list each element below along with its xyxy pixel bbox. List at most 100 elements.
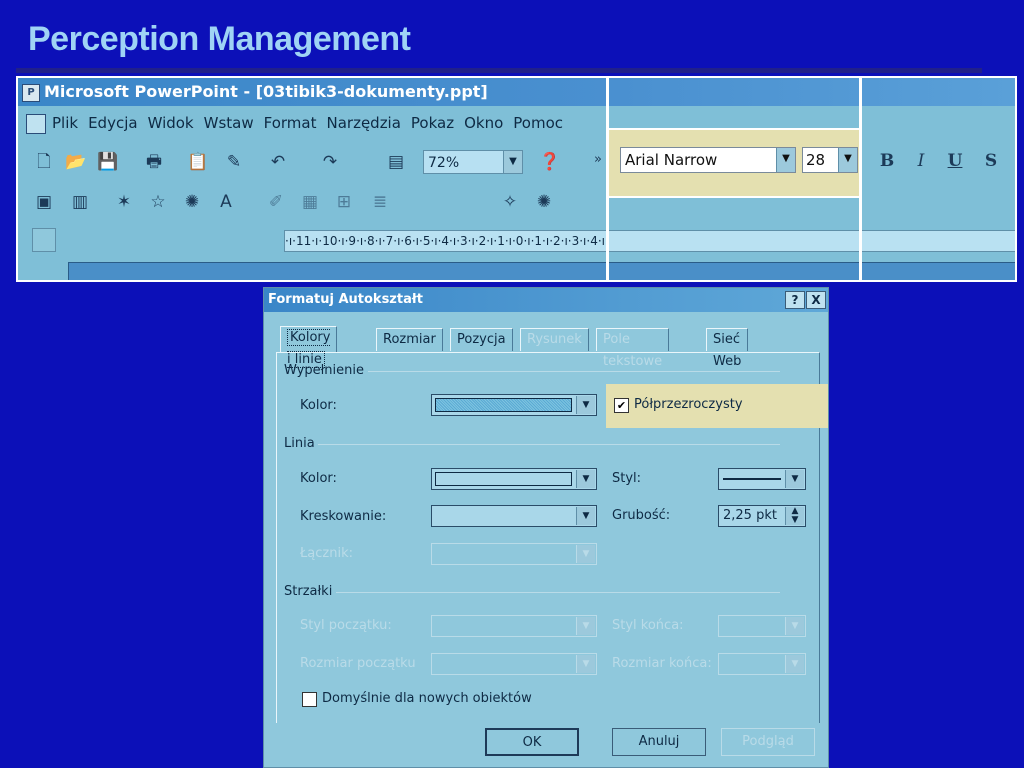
chevron-down-icon[interactable]: ▼ [503,151,522,173]
menu-plik[interactable]: Plik [52,114,78,132]
animation-star-icon[interactable]: ☆ [146,190,170,214]
menu-format[interactable]: Format [264,114,317,132]
chevron-down-icon[interactable]: ▼ [576,396,595,414]
zoom-select[interactable]: 72% ▼ [423,150,523,174]
chevron-down-icon[interactable]: ▼ [785,470,804,488]
menu-pomoc[interactable]: Pomoc [513,114,563,132]
shadow-button[interactable]: S [978,148,1004,174]
begin-style-select: ▼ [431,615,597,637]
chevron-down-icon: ▼ [576,545,595,563]
tab-kolory-i-linie[interactable]: Kolory i linie [280,326,338,368]
chevron-down-icon[interactable]: ▼ [576,470,595,488]
open-folder-icon[interactable]: 📂 [64,150,88,174]
redo-icon[interactable]: ↷ [318,150,342,174]
chevron-down-icon[interactable]: ▼ [838,148,857,172]
wordart-icon[interactable]: ✶ [112,190,136,214]
ruler-corner [32,228,56,252]
chevron-down-icon[interactable]: ▼ [576,507,595,525]
drawing-toolbar: ▣ ▥ ✶ ☆ ✺ A ✐ ▦ ⊞ ≣ ✧ ✺ [18,184,1015,220]
connector-label: Łącznik: [300,546,354,561]
document-icon[interactable] [26,113,46,134]
line-color-swatch [435,472,572,486]
disabled-tool-icon-3: ⊞ [336,192,352,212]
standard-toolbar: 🗋 📂 💾 🖶 📋 ✎ ↶ ↷ ▤ 72% ▼ ❓ » [18,144,1015,180]
font-name-select[interactable]: Arial Narrow ▼ [620,147,796,173]
close-button[interactable]: X [806,291,826,309]
semitransparent-checkbox[interactable]: ✔ [614,398,629,413]
line-section-title: Linia [284,436,315,451]
separator [336,592,780,593]
window-titlebar: P Microsoft PowerPoint - [03tibik3-dokume… [18,78,1015,106]
slide-title: Perception Management [28,20,411,58]
tab-rysunek: Rysunek [520,328,589,351]
new-icon[interactable]: 🗋 [32,150,56,174]
disabled-tool-icon-1: ✐ [268,192,284,212]
outline-view-icon[interactable]: ▥ [68,190,92,214]
format-painter-icon[interactable]: ✎ [222,150,246,174]
menu-okno[interactable]: Okno [464,114,503,132]
paste-icon[interactable]: 📋 [186,150,210,174]
menu-widok[interactable]: Widok [148,114,194,132]
menu-narzedzia[interactable]: Narzędzia [326,114,400,132]
powerpoint-window: P Microsoft PowerPoint - [03tibik3-dokume… [16,76,1017,282]
spinner-arrows-icon[interactable]: ▲ ▼ [785,507,804,525]
bold-button[interactable]: B [874,148,900,174]
disabled-tool-icon-4: ≣ [372,192,388,212]
fill-color-label: Kolor: [300,398,337,413]
format-autoshape-dialog: Formatuj Autokształt ? X Kolory i linie … [263,287,829,768]
normal-view-icon[interactable]: ▣ [32,190,56,214]
effect-burst-icon[interactable]: ✺ [180,190,204,214]
dialog-title: Formatuj Autokształt [264,288,828,312]
line-color-label: Kolor: [300,471,337,486]
insert-chart-icon[interactable]: ▤ [384,150,408,174]
dash-label: Kreskowanie: [300,509,387,524]
menu-wstaw[interactable]: Wstaw [204,114,254,132]
dash-select[interactable]: ▼ [431,505,597,527]
underline-button[interactable]: U [942,148,968,174]
font-size-value: 28 [806,151,826,169]
preview-button: Podgląd [721,728,815,756]
line-style-select[interactable]: ▼ [718,468,806,490]
tab-pozycja[interactable]: Pozycja [450,328,513,351]
custom-animation-icon[interactable]: ✧ [498,190,522,214]
help-icon[interactable]: ❓ [538,150,562,174]
help-button[interactable]: ? [785,291,805,309]
chevron-down-icon: ▼ [576,617,595,635]
cancel-button[interactable]: Anuluj [612,728,706,756]
begin-style-label: Styl początku: [300,618,392,633]
line-style-preview [723,478,781,480]
default-for-new-label: Domyślnie dla nowych obiektów [322,691,532,706]
menu-edycja[interactable]: Edycja [88,114,137,132]
chevron-down-icon: ▼ [785,617,804,635]
chevron-down-icon: ▼ [576,655,595,673]
tab-rozmiar[interactable]: Rozmiar [376,328,443,351]
default-for-new-checkbox[interactable] [302,692,317,707]
weight-label: Grubość: [612,508,671,523]
print-icon[interactable]: 🖶 [142,150,166,174]
chevron-down-icon[interactable]: ▼ [776,148,795,172]
save-icon[interactable]: 💾 [96,150,120,174]
menu-pokaz[interactable]: Pokaz [411,114,454,132]
semitransparent-label: Półprzezroczysty [634,397,743,412]
title-underline [16,68,982,73]
slide-transition-icon[interactable]: ✺ [532,190,556,214]
tab-siec-web[interactable]: Sieć Web [706,328,749,369]
fill-color-swatch [435,398,572,412]
italic-button[interactable]: I [908,148,934,174]
end-size-label: Rozmiar końca: [612,656,712,671]
arrows-section-title: Strzałki [284,584,333,599]
undo-icon[interactable]: ↶ [266,150,290,174]
line-color-select[interactable]: ▼ [431,468,597,490]
font-size-select[interactable]: 28 ▼ [802,147,858,173]
ok-button[interactable]: OK [485,728,579,756]
chevron-down-icon: ▼ [785,655,804,673]
window-title: Microsoft PowerPoint - [03tibik3-dokumen… [44,82,488,101]
font-color-icon[interactable]: A [214,190,238,214]
fill-color-select[interactable]: ▼ [431,394,597,416]
menu-bar: Plik Edycja Widok Wstaw Format Narzędzia Pokaz… [18,108,1015,138]
separator [318,444,780,445]
zoom-value: 72% [428,155,460,171]
tab-pole-tekstowe: Pole tekstowe [596,328,670,369]
weight-spinner[interactable]: 2,25 pkt ▲ ▼ [718,505,806,527]
font-name-value: Arial Narrow [625,151,718,169]
